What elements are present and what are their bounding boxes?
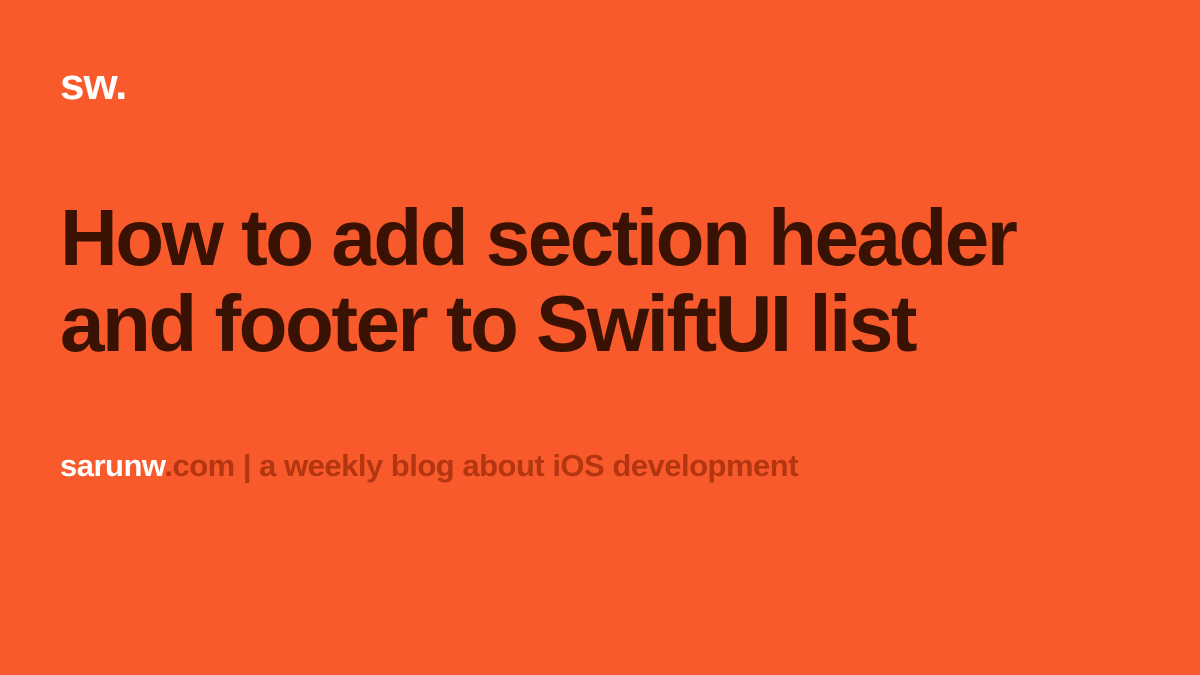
site-tagline: sarunw.com | a weekly blog about iOS dev… [60, 448, 1140, 484]
brand-name: sarunw [60, 448, 164, 483]
article-title: How to add section header and footer to … [60, 195, 1140, 368]
tagline-text: .com | a weekly blog about iOS developme… [164, 448, 798, 483]
site-logo: sw. [60, 60, 1140, 110]
